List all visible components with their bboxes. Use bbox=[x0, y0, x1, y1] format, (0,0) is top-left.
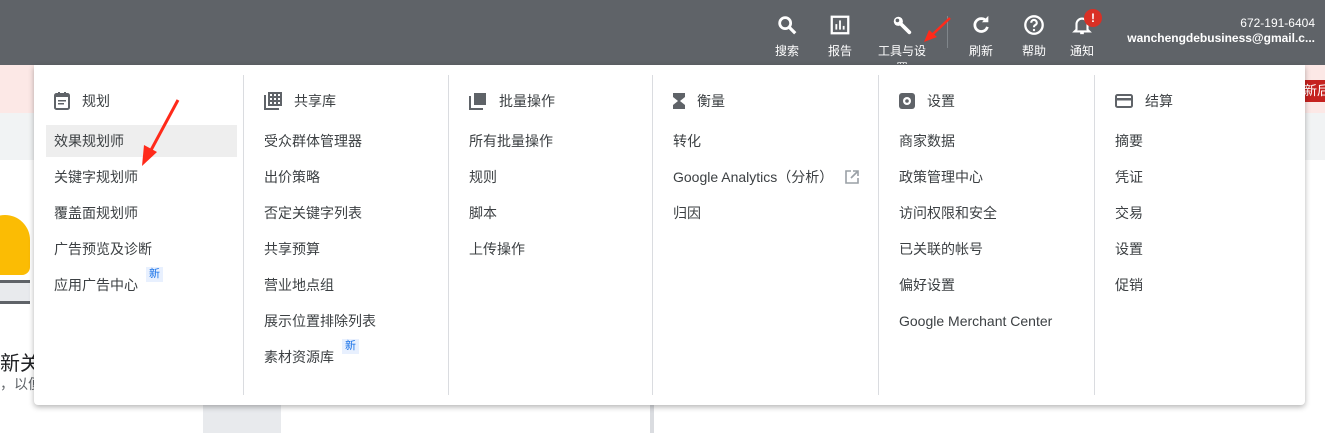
lightbulb-base bbox=[0, 280, 30, 304]
menu-heading-bulk-actions: 批量操作 bbox=[499, 93, 555, 109]
menu-item-business-data[interactable]: 商家数据 bbox=[891, 125, 1088, 157]
external-link-icon bbox=[845, 170, 859, 184]
calendar-icon bbox=[54, 92, 70, 110]
gear-icon bbox=[899, 93, 915, 109]
menu-item-bid-strategies[interactable]: 出价策略 bbox=[256, 161, 442, 193]
help-label: 帮助 bbox=[1021, 44, 1046, 58]
menu-item-uploads[interactable]: 上传操作 bbox=[461, 233, 646, 265]
menu-column-setup: 设置 商家数据 政策管理中心 访问权限和安全 已关联的帐号 偏好设置 Googl… bbox=[878, 75, 1094, 395]
report-button[interactable]: 报告 bbox=[815, 14, 865, 59]
menu-item-app-ad-hub[interactable]: 应用广告中心新 bbox=[46, 267, 237, 301]
account-switcher[interactable]: 672-191-6404 wanchengdebusiness@gmail.c.… bbox=[1127, 16, 1315, 46]
menu-column-billing: 结算 摘要 凭证 交易 设置 促销 bbox=[1094, 75, 1305, 395]
search-icon bbox=[778, 16, 797, 35]
menu-heading-shared-library: 共享库 bbox=[294, 93, 336, 109]
menu-item-preferences[interactable]: 偏好设置 bbox=[891, 269, 1088, 301]
menu-item-negative-keyword-lists[interactable]: 否定关键字列表 bbox=[256, 197, 442, 229]
top-bar: 搜索 报告 工具与设置 刷新 帮助 通知 ! 672-191-6404 wanc… bbox=[0, 0, 1325, 65]
library-icon bbox=[264, 92, 282, 110]
billing-card-icon bbox=[1115, 94, 1133, 108]
menu-item-billing-settings[interactable]: 设置 bbox=[1107, 233, 1299, 265]
app-ad-hub-label: 应用广告中心 bbox=[54, 277, 138, 293]
background-panel bbox=[203, 405, 281, 433]
menu-item-summary[interactable]: 摘要 bbox=[1107, 125, 1299, 157]
toolbar-divider bbox=[947, 16, 948, 48]
menu-column-planning: 规划 效果规划师 关键字规划师 覆盖面规划师 广告预览及诊断 应用广告中心新 bbox=[34, 75, 243, 395]
menu-column-measurement: 衡量 转化 Google Analytics（分析） 归因 bbox=[652, 75, 878, 395]
bulk-actions-icon bbox=[469, 93, 486, 110]
menu-item-promotions[interactable]: 促销 bbox=[1107, 269, 1299, 301]
menu-item-performance-planner[interactable]: 效果规划师 bbox=[46, 125, 237, 157]
menu-heading-planning: 规划 bbox=[82, 93, 110, 109]
menu-item-conversions[interactable]: 转化 bbox=[665, 125, 872, 157]
menu-item-audience-manager[interactable]: 受众群体管理器 bbox=[256, 125, 442, 157]
search-label: 搜索 bbox=[774, 44, 799, 58]
menu-item-linked-accounts[interactable]: 已关联的帐号 bbox=[891, 233, 1088, 265]
report-icon bbox=[830, 15, 850, 35]
menu-heading-measurement: 衡量 bbox=[697, 93, 725, 109]
refresh-icon bbox=[973, 15, 989, 33]
menu-item-all-bulk-actions[interactable]: 所有批量操作 bbox=[461, 125, 646, 157]
help-icon bbox=[1024, 15, 1044, 35]
menu-item-attribution[interactable]: 归因 bbox=[665, 197, 872, 229]
tools-settings-label: 工具与设置 bbox=[877, 44, 926, 64]
menu-item-transactions[interactable]: 交易 bbox=[1107, 197, 1299, 229]
menu-item-access-security[interactable]: 访问权限和安全 bbox=[891, 197, 1088, 229]
menu-item-location-groups[interactable]: 营业地点组 bbox=[256, 269, 442, 301]
notifications-label: 通知 bbox=[1069, 44, 1094, 58]
wrench-icon bbox=[893, 16, 912, 35]
menu-item-rules[interactable]: 规则 bbox=[461, 161, 646, 193]
menu-item-asset-library[interactable]: 素材资源库新 bbox=[256, 339, 442, 373]
asset-library-label: 素材资源库 bbox=[264, 349, 334, 365]
search-button[interactable]: 搜索 bbox=[762, 14, 812, 59]
account-id: 672-191-6404 bbox=[1240, 16, 1315, 30]
account-email: wanchengdebusiness@gmail.c... bbox=[1127, 31, 1315, 45]
hourglass-icon bbox=[673, 93, 685, 109]
new-badge: 新 bbox=[146, 267, 163, 282]
help-button[interactable]: 帮助 bbox=[1009, 14, 1059, 59]
menu-item-policy-manager[interactable]: 政策管理中心 bbox=[891, 161, 1088, 193]
menu-item-keyword-planner[interactable]: 关键字规划师 bbox=[46, 161, 237, 193]
refresh-label: 刷新 bbox=[968, 44, 993, 58]
menu-column-bulk-actions: 批量操作 所有批量操作 规则 脚本 上传操作 bbox=[448, 75, 652, 395]
notification-badge: ! bbox=[1084, 9, 1102, 27]
background-divider bbox=[650, 405, 654, 433]
tools-settings-menu: 规划 效果规划师 关键字规划师 覆盖面规划师 广告预览及诊断 应用广告中心新 共… bbox=[34, 65, 1305, 405]
menu-item-ad-preview[interactable]: 广告预览及诊断 bbox=[46, 233, 237, 265]
menu-column-shared-library: 共享库 受众群体管理器 出价策略 否定关键字列表 共享预算 营业地点组 展示位置… bbox=[243, 75, 448, 395]
new-badge: 新 bbox=[342, 339, 359, 354]
menu-heading-billing: 结算 bbox=[1145, 93, 1173, 109]
tools-settings-button[interactable]: 工具与设置 bbox=[877, 14, 927, 64]
menu-item-shared-budgets[interactable]: 共享预算 bbox=[256, 233, 442, 265]
menu-item-merchant-center[interactable]: Google Merchant Center bbox=[891, 305, 1088, 337]
menu-item-placement-exclusion-lists[interactable]: 展示位置排除列表 bbox=[256, 305, 442, 337]
menu-item-scripts[interactable]: 脚本 bbox=[461, 197, 646, 229]
google-analytics-label: Google Analytics（分析） bbox=[673, 169, 834, 185]
menu-item-google-analytics[interactable]: Google Analytics（分析） bbox=[665, 161, 872, 193]
menu-heading-setup: 设置 bbox=[927, 93, 955, 109]
menu-item-documents[interactable]: 凭证 bbox=[1107, 161, 1299, 193]
report-label: 报告 bbox=[827, 44, 852, 58]
refresh-button[interactable]: 刷新 bbox=[956, 14, 1006, 59]
menu-item-reach-planner[interactable]: 覆盖面规划师 bbox=[46, 197, 237, 229]
